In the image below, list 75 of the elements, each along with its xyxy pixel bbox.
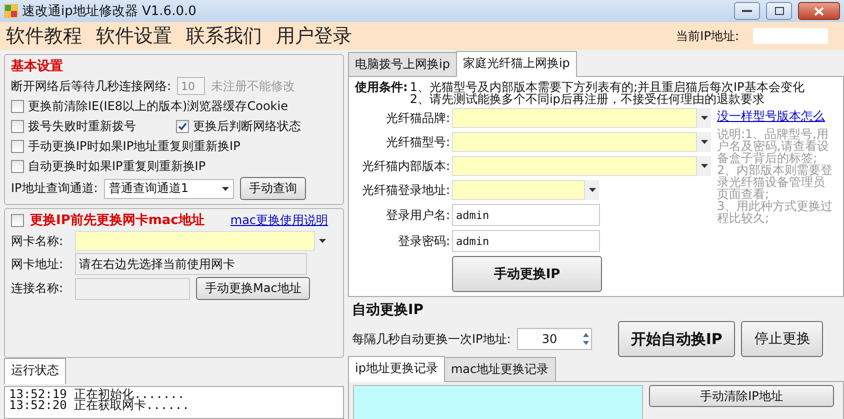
connection-label: 连接名称: xyxy=(11,280,64,297)
channel-dropdown[interactable]: 普通查询通道1 xyxy=(104,178,234,198)
clear-ip-button[interactable]: 手动清除IP地址 xyxy=(649,385,834,407)
menu-item[interactable]: 用户登录 xyxy=(276,23,352,49)
mac-option-label: 更换IP前先更换网卡mac地址 xyxy=(30,212,204,229)
change-ip-button[interactable]: 手动更换IP xyxy=(452,256,602,292)
dropdown-arrow-icon[interactable] xyxy=(588,188,596,192)
minimize-icon xyxy=(742,9,752,13)
tab[interactable]: 电脑拨号上网换ip xyxy=(348,52,457,76)
dropdown-field[interactable] xyxy=(452,108,711,128)
input-field[interactable]: admin xyxy=(452,204,600,226)
field-label: 登录密码: xyxy=(396,232,451,250)
dropdown-arrow-icon[interactable] xyxy=(318,239,326,243)
dropdown-arrow-icon[interactable] xyxy=(700,140,708,144)
query-button[interactable]: 手动查询 xyxy=(240,177,306,200)
condition-text: 1、光猫型号及内部版本需要下方列表有的;并且重启猫后每次IP基本会变化 xyxy=(410,81,804,93)
option-label: 手动更换IP时如果IP地址重复则重新换IP xyxy=(28,138,240,154)
dropdown-arrow-icon[interactable] xyxy=(700,116,708,120)
option-label: 拨号失败时重新拨号 xyxy=(28,118,136,134)
field-label: 光纤猫内部版本: xyxy=(360,158,451,174)
checkbox[interactable] xyxy=(11,100,24,112)
current-ip-label: 当前IP地址: xyxy=(676,28,739,44)
dropdown-field[interactable] xyxy=(452,132,711,152)
interval-spinner[interactable]: 30 xyxy=(516,328,592,350)
log-line: 13:52:20 正在获取网卡...... xyxy=(9,400,190,411)
wait-note: 未注册不能修改 xyxy=(211,78,296,94)
option-label: 自动更换时如果IP重复则重新换IP xyxy=(28,158,206,174)
tab[interactable]: mac地址更换记录 xyxy=(444,357,556,381)
nic-address-field[interactable]: 请在右边先选择当前使用网卡 xyxy=(75,253,307,275)
checkbox[interactable] xyxy=(11,140,24,152)
nic-address-label: 网卡地址: xyxy=(11,256,64,272)
dropdown-arrow-icon[interactable] xyxy=(700,164,708,168)
field-label: 光纤猫登录地址: xyxy=(360,182,451,198)
connection-name-field[interactable] xyxy=(75,278,190,300)
option-label: 更换前清除IE(IE8以上的版本)浏览器缓存Cookie xyxy=(28,98,288,114)
notes-text: 说明:1、品牌型号,用户名及密码,请查看设备盒子背后的标签; 2、内部版本则需要登录光纤猫设备管理员页面查看; 3、用此种方式更换过程比较久; xyxy=(717,128,834,224)
checkbox[interactable] xyxy=(176,120,189,132)
channel-label: IP地址查询通道: xyxy=(11,180,98,197)
field-label: 登录用户名: xyxy=(384,206,451,224)
input-field[interactable]: admin xyxy=(452,230,600,252)
condition-text: 2、请先测试能换多个不同ip后再注册，不接受任何理由的退款要求 xyxy=(410,93,764,105)
status-tab[interactable]: 运行状态 xyxy=(4,358,66,384)
close-button[interactable] xyxy=(798,2,840,20)
menu-item[interactable]: 联系我们 xyxy=(186,23,262,49)
dropdown-field[interactable] xyxy=(452,180,599,200)
help-link[interactable]: 没一样型号版本怎么 xyxy=(717,108,835,125)
conditions-label: 使用条件: xyxy=(355,81,408,96)
field-label: 光纤猫型号: xyxy=(384,134,451,150)
nic-name-label: 网卡名称: xyxy=(11,232,64,250)
app-logo-icon xyxy=(4,4,18,18)
change-mac-button[interactable]: 手动更换Mac地址 xyxy=(196,277,310,300)
section-title: 自动更换IP xyxy=(352,301,424,319)
tab[interactable]: 家庭光纤猫上网换ip xyxy=(456,51,577,77)
menu-item[interactable]: 软件教程 xyxy=(6,23,82,49)
minimize-button[interactable] xyxy=(734,2,760,20)
field-label: 光纤猫品牌: xyxy=(384,110,451,126)
dropdown-arrow-icon[interactable] xyxy=(222,186,229,190)
checkbox[interactable] xyxy=(11,160,24,172)
group-title: 基本设置 xyxy=(11,58,64,75)
interval-label: 每隔几秒自动更换一次IP地址: xyxy=(352,330,511,348)
maximize-button[interactable] xyxy=(766,2,792,20)
start-auto-button[interactable]: 开始自动换IP xyxy=(618,321,736,357)
window-title: 速改通ip地址修改器 V1.6.0.0 xyxy=(22,3,196,20)
help-link[interactable]: mac更换使用说明 xyxy=(230,212,328,228)
log-line: 13:52:19 正在初始化....... xyxy=(9,389,186,400)
stop-button[interactable]: 停止更换 xyxy=(741,321,824,357)
checkbox[interactable] xyxy=(11,214,24,226)
option-label: 更换后判断网络状态 xyxy=(193,118,301,134)
checkbox[interactable] xyxy=(11,120,24,132)
wait-label: 断开网络后等待几秒连接网络: xyxy=(11,78,172,94)
maximize-icon xyxy=(774,7,784,15)
dropdown-field[interactable] xyxy=(452,156,711,176)
close-icon xyxy=(814,6,824,16)
menu-item[interactable]: 软件设置 xyxy=(96,23,172,49)
tab[interactable]: ip地址更换记录 xyxy=(348,356,445,382)
